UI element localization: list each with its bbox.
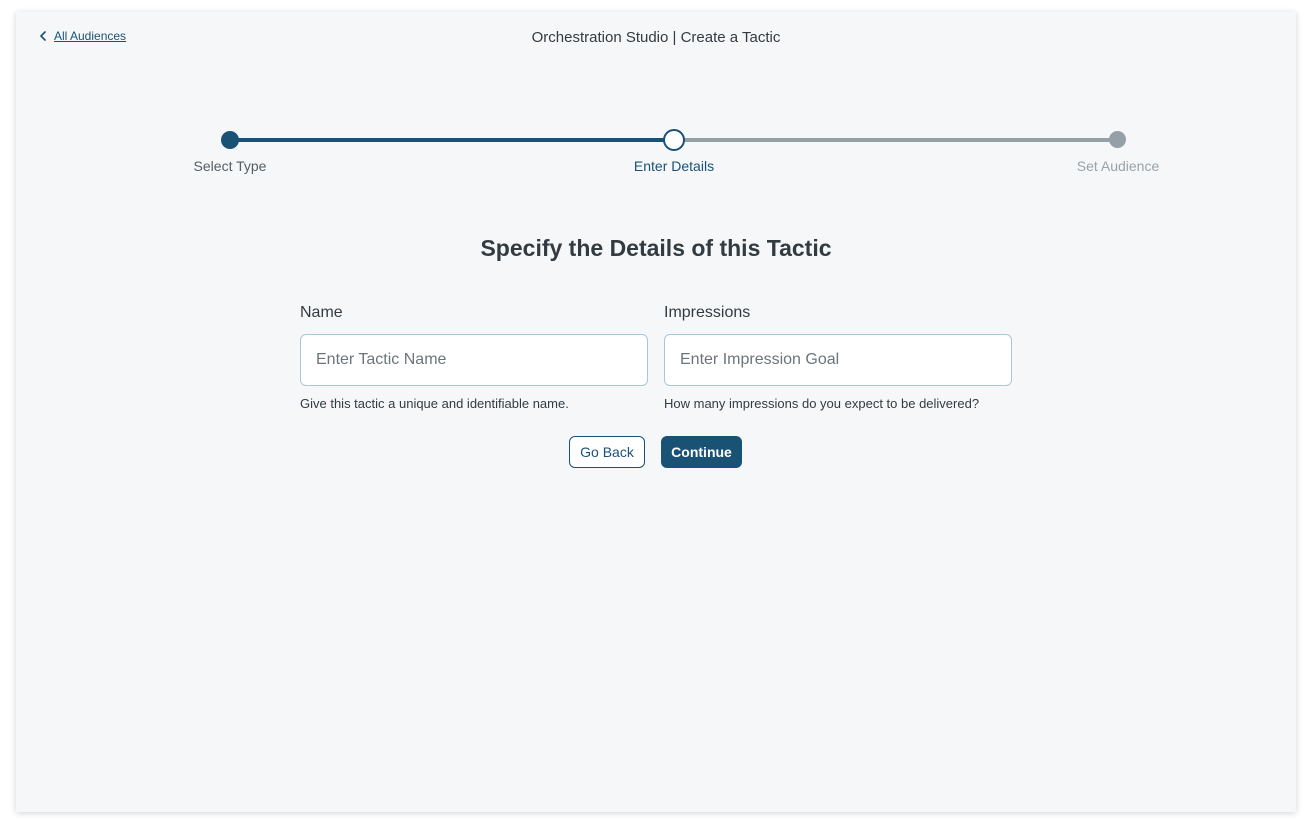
progress-stepper: Select Type Enter Details Set Audience bbox=[16, 12, 1296, 192]
name-help-text: Give this tactic a unique and identifiab… bbox=[300, 396, 569, 411]
step-select-type-label: Select Type bbox=[193, 158, 267, 174]
app-window: All Audiences Orchestration Studio | Cre… bbox=[16, 12, 1296, 812]
stepper-track-completed bbox=[230, 138, 674, 142]
section-title: Specify the Details of this Tactic bbox=[480, 235, 832, 261]
step-enter-details-label: Enter Details bbox=[633, 158, 715, 174]
impression-goal-input[interactable] bbox=[664, 334, 1012, 386]
step-select-type-dot bbox=[221, 131, 239, 149]
step-set-audience-dot bbox=[1109, 131, 1126, 148]
name-field-group: Name Give this tactic a unique and ident… bbox=[300, 304, 648, 411]
stepper-track-upcoming bbox=[674, 138, 1118, 142]
go-back-button[interactable]: Go Back bbox=[569, 436, 645, 468]
tactic-name-input[interactable] bbox=[300, 334, 648, 386]
step-enter-details-dot bbox=[663, 129, 685, 151]
impressions-field-group: Impressions How many impressions do you … bbox=[664, 304, 1012, 411]
name-label: Name bbox=[300, 304, 343, 321]
impressions-label: Impressions bbox=[664, 304, 751, 321]
step-set-audience-label: Set Audience bbox=[1076, 158, 1160, 174]
impressions-help-text: How many impressions do you expect to be… bbox=[664, 396, 980, 411]
continue-button[interactable]: Continue bbox=[661, 436, 742, 468]
